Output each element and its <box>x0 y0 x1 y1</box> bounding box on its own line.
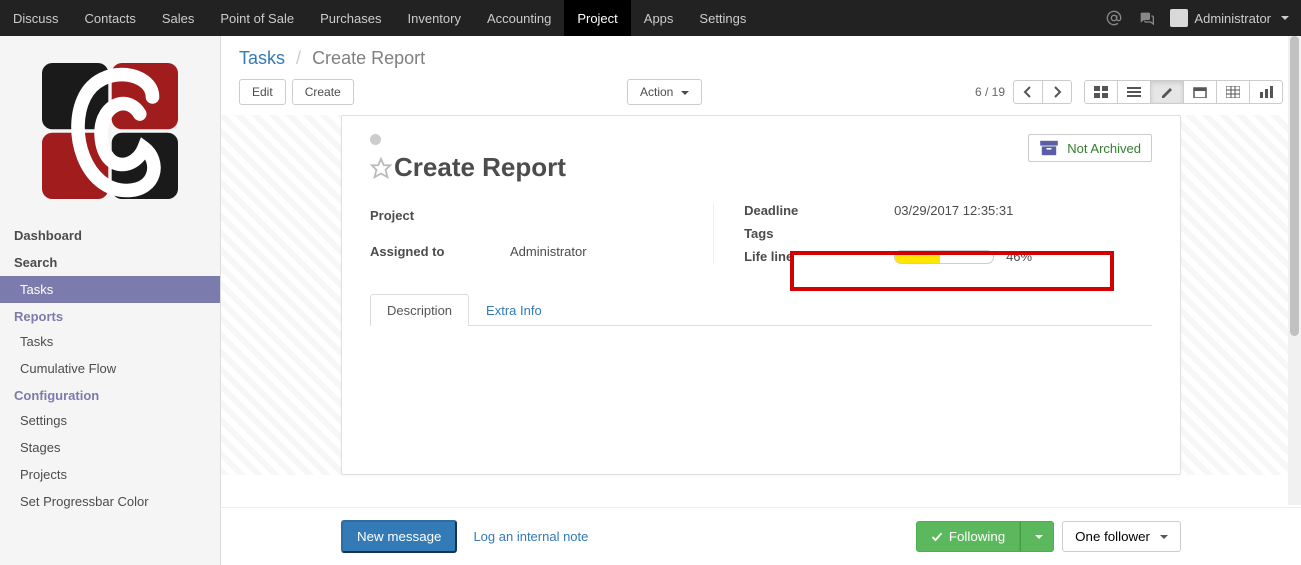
edit-icon <box>1160 86 1174 98</box>
sidebar-head-reports[interactable]: Reports <box>0 303 220 328</box>
edit-button[interactable]: Edit <box>239 79 286 105</box>
bar-chart-icon <box>1259 86 1273 98</box>
sidebar-head-config[interactable]: Configuration <box>0 382 220 407</box>
view-kanban-button[interactable] <box>1084 80 1118 104</box>
chat-icon[interactable] <box>1130 1 1162 35</box>
tab-description[interactable]: Description <box>370 294 469 326</box>
log-note-link[interactable]: Log an internal note <box>473 529 588 544</box>
highlight-annotation <box>790 251 1114 291</box>
star-icon[interactable] <box>370 157 392 179</box>
sidebar-item-tasks[interactable]: Tasks <box>0 276 220 303</box>
avatar <box>1170 9 1188 27</box>
followers-label: One follower <box>1075 529 1150 544</box>
content-area: Tasks / Create Report Edit Create Action… <box>221 36 1301 565</box>
at-icon[interactable] <box>1098 1 1130 35</box>
sidebar-item-report-tasks[interactable]: Tasks <box>0 328 220 355</box>
form-tabs: Description Extra Info <box>370 294 1152 326</box>
nav-item-purchases[interactable]: Purchases <box>307 0 394 36</box>
label-deadline: Deadline <box>744 203 894 218</box>
action-label: Action <box>640 85 673 99</box>
calendar-icon <box>1193 86 1207 98</box>
following-label: Following <box>949 529 1005 544</box>
nav-item-accounting[interactable]: Accounting <box>474 0 564 36</box>
form-wrapper: Create Report Not Archived Project Assig… <box>221 115 1301 475</box>
caret-down-icon <box>1160 535 1168 539</box>
sidebar: Dashboard Search Tasks Reports Tasks Cum… <box>0 36 221 565</box>
breadcrumb-separator: / <box>290 48 307 68</box>
value-deadline: 03/29/2017 12:35:31 <box>894 203 1152 218</box>
caret-down-icon <box>681 91 689 95</box>
breadcrumb-root[interactable]: Tasks <box>239 48 285 68</box>
toolbar: Edit Create Action 6 / 19 <box>221 79 1301 115</box>
sidebar-item-search[interactable]: Search <box>0 249 220 276</box>
chatter-bar: New message Log an internal note Followi… <box>221 507 1301 565</box>
archive-label: Not Archived <box>1067 141 1141 156</box>
pager-next-button[interactable] <box>1042 80 1072 104</box>
nav-item-point-of-sale[interactable]: Point of Sale <box>207 0 307 36</box>
pager-text[interactable]: 6 / 19 <box>975 85 1005 99</box>
archive-icon <box>1039 140 1059 156</box>
kanban-icon <box>1094 86 1108 98</box>
sidebar-item-progressbar-color[interactable]: Set Progressbar Color <box>0 488 220 515</box>
chevron-left-icon <box>1023 86 1033 98</box>
following-caret[interactable] <box>1020 521 1054 552</box>
user-name: Administrator <box>1194 11 1271 26</box>
chevron-right-icon <box>1052 86 1062 98</box>
new-message-button[interactable]: New message <box>341 520 457 553</box>
action-dropdown[interactable]: Action <box>627 79 702 105</box>
nav-item-project[interactable]: Project <box>564 0 630 36</box>
followers-button[interactable]: One follower <box>1062 521 1181 552</box>
sidebar-item-stages[interactable]: Stages <box>0 434 220 461</box>
tab-extra-info[interactable]: Extra Info <box>469 294 559 326</box>
list-icon <box>1127 86 1141 98</box>
nav-item-settings[interactable]: Settings <box>686 0 759 36</box>
caret-down-icon <box>1281 16 1289 20</box>
nav-item-contacts[interactable]: Contacts <box>72 0 149 36</box>
scrollbar-thumb[interactable] <box>1290 36 1299 336</box>
breadcrumb: Tasks / Create Report <box>239 42 1283 79</box>
logo <box>0 36 220 222</box>
sidebar-item-dashboard[interactable]: Dashboard <box>0 222 220 249</box>
check-icon <box>931 531 943 543</box>
view-calendar-button[interactable] <box>1183 80 1217 104</box>
sidebar-item-cumulative-flow[interactable]: Cumulative Flow <box>0 355 220 382</box>
kanban-state-dot[interactable] <box>370 134 381 145</box>
following-button[interactable]: Following <box>916 521 1020 552</box>
sidebar-item-settings[interactable]: Settings <box>0 407 220 434</box>
user-menu[interactable]: Administrator <box>1162 9 1289 27</box>
archive-toggle[interactable]: Not Archived <box>1028 134 1152 162</box>
nav-item-apps[interactable]: Apps <box>631 0 687 36</box>
view-form-button[interactable] <box>1150 80 1184 104</box>
label-tags: Tags <box>744 226 894 241</box>
create-button[interactable]: Create <box>292 79 354 105</box>
view-graph-button[interactable] <box>1249 80 1283 104</box>
sidebar-item-projects[interactable]: Projects <box>0 461 220 488</box>
top-nav: DiscussContactsSalesPoint of SalePurchas… <box>0 0 1301 36</box>
view-list-button[interactable] <box>1117 80 1151 104</box>
scrollbar[interactable] <box>1288 36 1301 505</box>
nav-item-sales[interactable]: Sales <box>149 0 208 36</box>
label-assigned: Assigned to <box>370 244 510 259</box>
breadcrumb-current: Create Report <box>312 48 425 68</box>
pager-prev-button[interactable] <box>1013 80 1043 104</box>
caret-down-icon <box>1035 535 1043 539</box>
task-title-text: Create Report <box>394 152 566 183</box>
nav-item-inventory[interactable]: Inventory <box>395 0 474 36</box>
value-assigned: Administrator <box>510 244 693 259</box>
view-pivot-button[interactable] <box>1216 80 1250 104</box>
label-project: Project <box>370 208 510 223</box>
nav-item-discuss[interactable]: Discuss <box>0 0 72 36</box>
form-card: Create Report Not Archived Project Assig… <box>341 115 1181 475</box>
pivot-icon <box>1226 86 1240 98</box>
